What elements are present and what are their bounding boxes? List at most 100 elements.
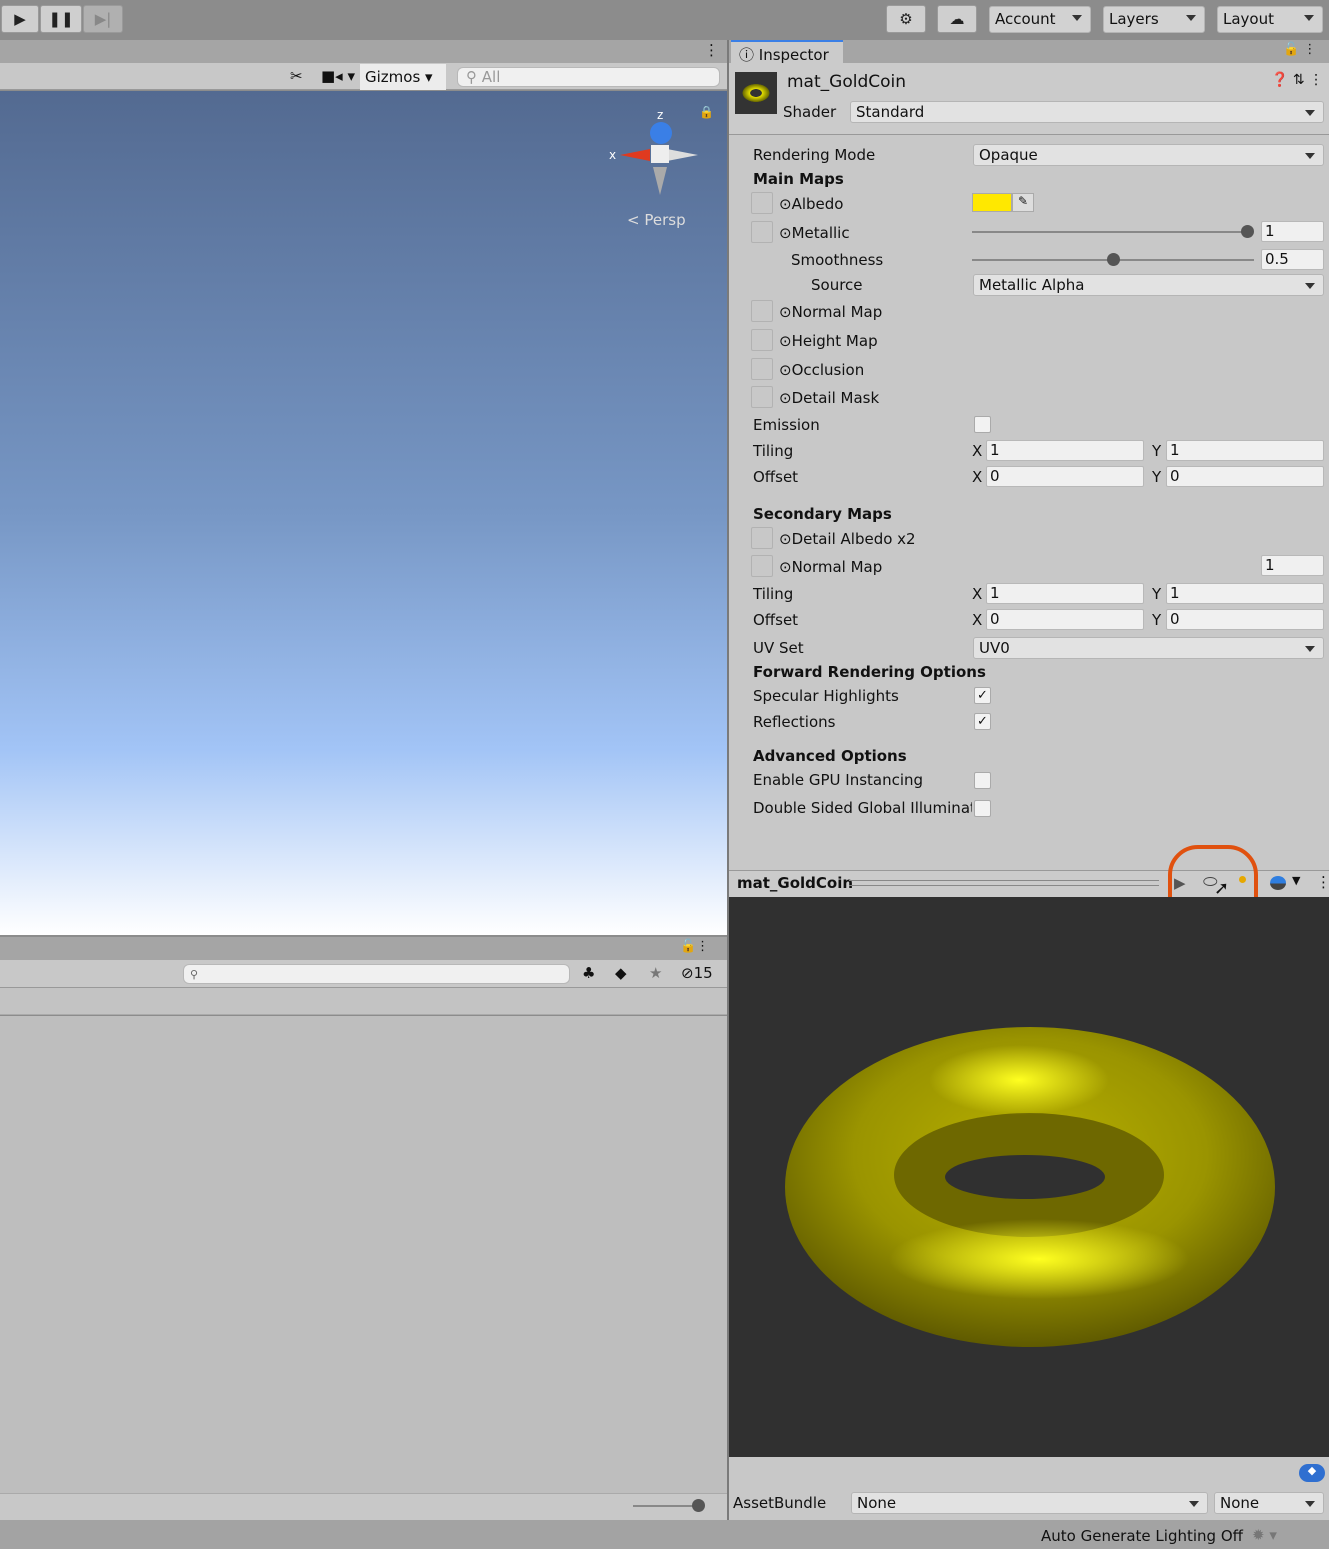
icon-size-slider[interactable] bbox=[633, 1505, 698, 1507]
detail-albedo-slot[interactable] bbox=[751, 527, 773, 549]
project-search-input[interactable]: ⚲ bbox=[183, 964, 570, 984]
preview-title: mat_GoldCoin bbox=[737, 874, 854, 892]
gizmos-button[interactable]: Gizmos ▾ bbox=[360, 64, 446, 90]
metallic-value-field[interactable]: 1 bbox=[1261, 221, 1324, 242]
layers-dropdown[interactable]: Layers bbox=[1103, 6, 1205, 33]
icon-size-slider-knob[interactable] bbox=[692, 1499, 705, 1512]
lighting-status: Auto Generate Lighting Off bbox=[1041, 1527, 1243, 1545]
lighting-settings-icon[interactable]: ✹ ▾ bbox=[1252, 1526, 1277, 1544]
source-label: Source bbox=[811, 276, 863, 294]
inspector-lock-icon[interactable]: 🔓 ⋮ bbox=[1283, 42, 1316, 57]
inspector-tab[interactable]: ⓘ Inspector bbox=[731, 40, 843, 64]
material-thumbnail bbox=[735, 72, 777, 114]
project-breadcrumb-bar bbox=[0, 988, 727, 1015]
shader-label: Shader bbox=[783, 103, 837, 121]
secondary-tiling-y-field[interactable]: 1 bbox=[1166, 583, 1324, 604]
asset-bundle-dropdown[interactable]: None bbox=[851, 1492, 1208, 1514]
account-dropdown[interactable]: Account bbox=[989, 6, 1091, 33]
tiling-x-label: X bbox=[972, 442, 983, 460]
project-lock-icon[interactable]: 🔓⋮ bbox=[680, 939, 709, 954]
pause-button[interactable]: ❚❚ bbox=[40, 5, 82, 33]
specular-highlights-label: Specular Highlights bbox=[753, 687, 899, 705]
albedo-texture-slot[interactable] bbox=[751, 192, 773, 214]
secondary-offset-x-field[interactable]: 0 bbox=[986, 609, 1144, 630]
preview-shape-dropdown-icon[interactable]: ▼ bbox=[1292, 874, 1300, 887]
play-button[interactable]: ▶ bbox=[1, 5, 39, 33]
occlusion-slot[interactable] bbox=[751, 358, 773, 380]
asset-bundle-variant-dropdown[interactable]: None bbox=[1214, 1492, 1324, 1514]
camera-icon[interactable]: ■◂ ▾ bbox=[321, 67, 355, 85]
main-maps-heading: Main Maps bbox=[753, 170, 844, 188]
secondary-tiling-label: Tiling bbox=[753, 585, 794, 603]
orientation-gizmo[interactable]: x z bbox=[605, 105, 705, 200]
scene-view[interactable] bbox=[0, 91, 727, 935]
material-name: mat_GoldCoin bbox=[787, 72, 906, 92]
source-dropdown[interactable]: Metallic Alpha bbox=[973, 274, 1324, 296]
uv-set-dropdown[interactable]: UV0 bbox=[973, 637, 1324, 659]
eyedropper-icon[interactable]: ✎ bbox=[1012, 193, 1034, 212]
filter-label-icon[interactable]: ◆ bbox=[615, 964, 627, 982]
offset-x-label: X bbox=[972, 468, 983, 486]
scene-search-input[interactable]: ⚲ All bbox=[457, 67, 720, 87]
shader-dropdown[interactable]: Standard bbox=[850, 101, 1324, 123]
favorite-star-icon[interactable]: ★ bbox=[649, 964, 662, 982]
preview-sphere-icon[interactable] bbox=[1270, 876, 1286, 890]
header-icons[interactable]: ❓ ⇅ ⋮ bbox=[1271, 72, 1323, 88]
filter-type-icon[interactable]: ♣ bbox=[582, 964, 595, 982]
persp-label[interactable]: < Persp bbox=[627, 211, 686, 229]
tools-icon[interactable]: ✂ bbox=[290, 67, 303, 85]
preview-menu-icon[interactable]: ⋮ bbox=[1316, 873, 1329, 891]
albedo-color-field[interactable] bbox=[972, 193, 1012, 212]
sec-tiling-x-label: X bbox=[972, 585, 983, 603]
material-preview[interactable] bbox=[729, 897, 1329, 1457]
offset-y-label: Y bbox=[1152, 468, 1162, 486]
emission-checkbox[interactable] bbox=[974, 416, 991, 433]
secondary-offset-y-field[interactable]: 0 bbox=[1166, 609, 1324, 630]
reflections-label: Reflections bbox=[753, 713, 836, 731]
asset-labels-icon[interactable]: ◆ bbox=[1299, 1464, 1325, 1482]
secondary-tiling-x-field[interactable]: 1 bbox=[986, 583, 1144, 604]
emission-label: Emission bbox=[753, 416, 820, 434]
lock-icon[interactable]: 🔒 bbox=[699, 105, 714, 119]
uv-set-label: UV Set bbox=[753, 639, 804, 657]
metallic-label: ⊙Metallic bbox=[779, 224, 850, 242]
layout-dropdown[interactable]: Layout bbox=[1217, 6, 1323, 33]
asset-bundle-label: AssetBundle bbox=[733, 1494, 827, 1512]
project-content[interactable] bbox=[0, 1016, 727, 1493]
scene-menu-icon[interactable]: ⋮ bbox=[704, 41, 719, 59]
tiling-y-field[interactable]: 1 bbox=[1166, 440, 1324, 461]
metallic-texture-slot[interactable] bbox=[751, 221, 773, 243]
gpu-instancing-label: Enable GPU Instancing bbox=[753, 771, 924, 789]
services-icon[interactable]: ⚙ bbox=[886, 5, 926, 33]
cloud-icon[interactable]: ☁ bbox=[937, 5, 977, 33]
height-map-slot[interactable] bbox=[751, 329, 773, 351]
rendering-mode-dropdown[interactable]: Opaque bbox=[973, 144, 1324, 166]
offset-label: Offset bbox=[753, 468, 799, 486]
detail-mask-label: ⊙Detail Mask bbox=[779, 389, 880, 407]
metallic-slider-knob[interactable] bbox=[1241, 225, 1254, 238]
advanced-options-heading: Advanced Options bbox=[753, 747, 907, 765]
secondary-normal-map-label: ⊙Normal Map bbox=[779, 558, 883, 576]
step-button[interactable]: ▶| bbox=[83, 5, 123, 33]
occlusion-label: ⊙Occlusion bbox=[779, 361, 865, 379]
offset-y-field[interactable]: 0 bbox=[1166, 466, 1324, 487]
smoothness-slider-knob[interactable] bbox=[1107, 253, 1120, 266]
normal-map-label: ⊙Normal Map bbox=[779, 303, 883, 321]
double-sided-gi-checkbox[interactable] bbox=[974, 800, 991, 817]
smoothness-value-field[interactable]: 0.5 bbox=[1261, 249, 1324, 270]
offset-x-field[interactable]: 0 bbox=[986, 466, 1144, 487]
height-map-label: ⊙Height Map bbox=[779, 332, 878, 350]
gpu-instancing-checkbox[interactable] bbox=[974, 772, 991, 789]
double-sided-gi-label: Double Sided Global Illuminati bbox=[753, 799, 972, 817]
tiling-y-label: Y bbox=[1152, 442, 1162, 460]
secondary-normal-map-slot[interactable] bbox=[751, 555, 773, 577]
secondary-normal-scale-field[interactable]: 1 bbox=[1261, 555, 1324, 576]
hidden-count[interactable]: ⊘15 bbox=[681, 964, 713, 982]
metallic-slider[interactable] bbox=[972, 231, 1248, 233]
normal-map-slot[interactable] bbox=[751, 300, 773, 322]
reflections-checkbox[interactable]: ✓ bbox=[974, 713, 991, 730]
detail-mask-slot[interactable] bbox=[751, 386, 773, 408]
preview-drag-handle[interactable] bbox=[849, 880, 1159, 886]
specular-highlights-checkbox[interactable]: ✓ bbox=[974, 687, 991, 704]
tiling-x-field[interactable]: 1 bbox=[986, 440, 1144, 461]
